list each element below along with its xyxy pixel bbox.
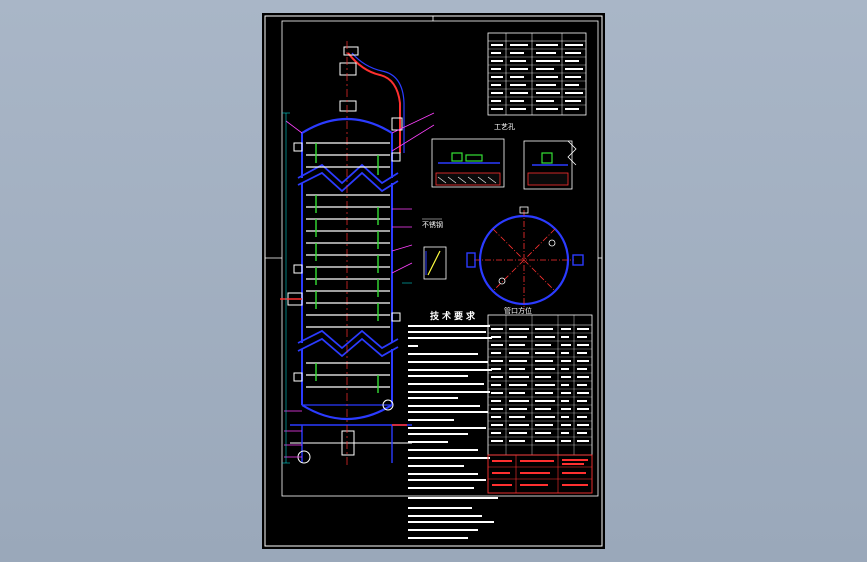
orientation-label: 管口方位 bbox=[504, 306, 532, 315]
break-line-bottom bbox=[297, 329, 399, 350]
nozzle-orientation-view: 管口方位 bbox=[466, 206, 584, 315]
detail-label-b: 不锈钢 bbox=[422, 220, 443, 229]
cad-viewport[interactable]: 工艺孔 不锈钢 管口方位 技术要求 bbox=[0, 0, 867, 562]
break-line-top bbox=[297, 163, 399, 185]
requirements-title: 技术要求 bbox=[430, 310, 478, 322]
outlet-flange bbox=[343, 46, 359, 56]
design-data-table bbox=[487, 314, 593, 456]
detail-section-a: 工艺孔 bbox=[431, 123, 515, 188]
detail-section-b bbox=[523, 140, 577, 190]
nozzle-table bbox=[487, 32, 587, 116]
drawing-sheet: 工艺孔 不锈钢 管口方位 技术要求 bbox=[262, 13, 605, 549]
detail-label-a: 工艺孔 bbox=[494, 123, 515, 131]
title-block bbox=[487, 454, 593, 494]
technical-requirements: 技术要求 bbox=[408, 310, 498, 539]
detail-section-c: 不锈钢 bbox=[422, 218, 447, 280]
drawing-canvas: 工艺孔 不锈钢 管口方位 技术要求 bbox=[264, 15, 603, 547]
